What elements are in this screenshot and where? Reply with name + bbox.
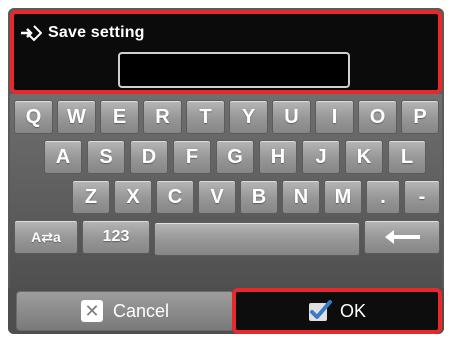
keyboard-row-4: A⇄a 123 bbox=[10, 220, 442, 256]
key-h[interactable]: H bbox=[259, 140, 297, 174]
key-x[interactable]: X bbox=[114, 180, 152, 214]
on-screen-keyboard: Q W E R T Y U I O P A S D F G H J K L Z … bbox=[10, 94, 442, 288]
numbers-key[interactable]: 123 bbox=[82, 220, 150, 254]
key-s[interactable]: S bbox=[87, 140, 125, 174]
backspace-key[interactable] bbox=[364, 220, 440, 254]
case-toggle-key[interactable]: A⇄a bbox=[14, 220, 78, 254]
ok-label: OK bbox=[339, 300, 366, 321]
key-hyphen[interactable]: - bbox=[404, 180, 440, 214]
space-key[interactable] bbox=[154, 222, 360, 256]
cancel-button[interactable]: ✕ Cancel bbox=[16, 291, 234, 331]
key-t[interactable]: T bbox=[186, 100, 225, 134]
input-panel: Save setting bbox=[10, 10, 442, 94]
ok-button[interactable]: OK bbox=[232, 288, 442, 334]
key-w[interactable]: W bbox=[57, 100, 96, 134]
setting-name-input[interactable] bbox=[118, 52, 350, 88]
action-bar: ✕ Cancel OK bbox=[8, 288, 444, 334]
key-b[interactable]: B bbox=[240, 180, 278, 214]
save-setting-dialog: Save setting Q W E R T Y U I O P A S D F… bbox=[8, 8, 444, 334]
key-d[interactable]: D bbox=[130, 140, 168, 174]
key-period[interactable]: . bbox=[366, 180, 400, 214]
key-c[interactable]: C bbox=[156, 180, 194, 214]
cancel-label: Cancel bbox=[112, 300, 170, 321]
left-arrow-icon bbox=[385, 230, 420, 244]
key-g[interactable]: G bbox=[216, 140, 254, 174]
key-l[interactable]: L bbox=[388, 140, 426, 174]
dialog-title: Save setting bbox=[48, 24, 145, 41]
key-n[interactable]: N bbox=[282, 180, 320, 214]
checkmark-box-icon bbox=[308, 300, 332, 321]
key-q[interactable]: Q bbox=[14, 100, 53, 134]
key-z[interactable]: Z bbox=[72, 180, 110, 214]
x-box-icon: ✕ bbox=[80, 300, 103, 322]
key-u[interactable]: U bbox=[272, 100, 311, 134]
key-p[interactable]: P bbox=[401, 100, 439, 134]
key-i[interactable]: I bbox=[315, 100, 354, 134]
key-f[interactable]: F bbox=[173, 140, 211, 174]
key-a[interactable]: A bbox=[44, 140, 82, 174]
key-e[interactable]: E bbox=[100, 100, 139, 134]
key-j[interactable]: J bbox=[302, 140, 340, 174]
key-v[interactable]: V bbox=[198, 180, 236, 214]
key-o[interactable]: O bbox=[358, 100, 397, 134]
key-k[interactable]: K bbox=[345, 140, 383, 174]
key-r[interactable]: R bbox=[143, 100, 182, 134]
arrow-into-diamond-icon bbox=[21, 25, 42, 42]
dialog-title-row: Save setting bbox=[20, 22, 145, 44]
key-m[interactable]: M bbox=[324, 180, 362, 214]
key-y[interactable]: Y bbox=[229, 100, 268, 134]
